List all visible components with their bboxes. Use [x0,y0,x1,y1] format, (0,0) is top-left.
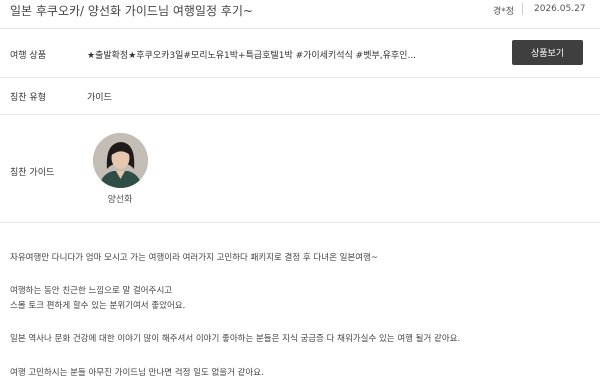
review-author: 경*정 [493,7,515,17]
review-date: 2026.05.27 [534,4,586,14]
praise-guide-label: 칭찬 가이드 [10,168,55,178]
product-label: 여행 상품 [10,51,46,61]
view-product-button[interactable]: 상품보기 [512,40,583,65]
product-name: ★출발확정★후쿠오카3일#모리노유1박+특급호텔1박 #가이세키석식 #벳부,유… [87,51,417,61]
review-paragraph: 여행하는 동안 친근한 느낌으로 말 걸어주시고 [10,286,173,296]
review-paragraph: 일본 역사나 문화 건강에 대한 이야기 많이 해주셔서 이야기 좋아하는 분들… [10,334,461,344]
header-divider [522,3,523,15]
praise-type-label: 칭찬 유형 [10,93,46,103]
praise-guide-row: 칭찬 가이드 [0,115,600,223]
review-title: 일본 후쿠오카/ 양선화 가이드님 여행일정 후기~ [10,4,253,18]
guide-name: 양선화 [107,195,133,205]
guide-portrait-image [93,133,148,188]
guide-avatar [93,133,148,188]
review-paragraph: 자유여행만 다니다가 엄마 모시고 가는 여행이라 여러가지 고민하다 패키지로… [10,253,378,263]
praise-type-value: 가이드 [87,93,112,103]
review-paragraph: 스몰 토크 편하게 할수 있는 분위기여서 좋았어요. [10,301,186,311]
review-paragraph: 여행 고민하시는 분들 아무진 가이드님 만나면 걱정 일도 없을거 같아요. [10,368,264,378]
review-header: 일본 후쿠오카/ 양선화 가이드님 여행일정 후기~ 경*정 2026.05.2… [0,0,600,29]
praise-type-row: 칭찬 유형 가이드 [0,78,600,115]
product-row: 여행 상품 ★출발확정★후쿠오카3일#모리노유1박+특급호텔1박 #가이세키석식… [0,29,600,78]
